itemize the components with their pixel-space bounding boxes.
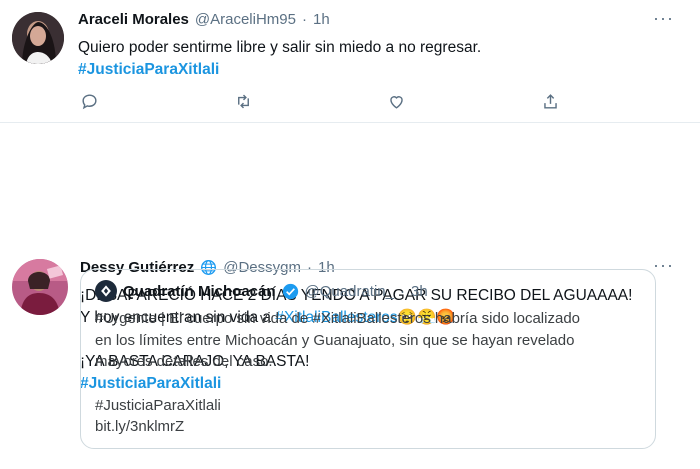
tweet-dessy[interactable]: Dessy Gutiérrez @Dessygm · 1h ··· ¡DESAP…: [0, 123, 700, 469]
tweet-text: Quiero poder sentirme libre y salir sin …: [78, 37, 481, 81]
quoted-text-line: mayores detalles del caso.: [95, 353, 273, 370]
share-icon[interactable]: [539, 90, 561, 112]
separator-dot: ·: [399, 282, 405, 300]
author-name[interactable]: Araceli Morales: [78, 11, 189, 28]
author-handle: @Quadratin_: [304, 282, 394, 300]
hashtag-link[interactable]: #JusticiaParaXitlali: [78, 59, 481, 81]
avatar[interactable]: [12, 12, 64, 64]
more-horizontal-icon[interactable]: ···: [653, 255, 674, 276]
quoted-link: bit.ly/3nklmrZ: [95, 418, 185, 435]
quoted-hashtag: #JusticiaParaXitlali: [95, 396, 221, 414]
tweet-text-line: Quiero poder sentirme libre y salir sin …: [78, 39, 482, 56]
avatar: [95, 280, 117, 302]
quoted-tweet-header: Quadratín Michoacán @Quadratin_ · 3h: [95, 280, 428, 302]
quoted-text-line: #Urgente | El cuerpo sin vida de #Xitlal…: [95, 310, 581, 327]
more-horizontal-icon[interactable]: ···: [653, 8, 674, 29]
timestamp[interactable]: 1h: [313, 11, 330, 28]
author-handle[interactable]: @AraceliHm95: [195, 11, 296, 28]
tweet-header: Araceli Morales @AraceliHm95 · 1h: [78, 11, 330, 28]
reply-icon[interactable]: [78, 90, 100, 112]
tweet-araceli[interactable]: Araceli Morales @AraceliHm95 · 1h ··· Qu…: [0, 0, 700, 123]
verified-badge-icon: [282, 283, 299, 300]
timestamp: 3h: [410, 282, 428, 300]
avatar[interactable]: [12, 259, 68, 315]
quoted-tweet[interactable]: Quadratín Michoacán @Quadratin_ · 3h #Ur…: [80, 269, 656, 449]
retweet-icon[interactable]: [232, 90, 254, 112]
author-name: Quadratín Michoacán: [123, 282, 276, 300]
like-icon[interactable]: [385, 90, 407, 112]
quoted-text-line: en los límites entre Michoacán y Guanaju…: [95, 331, 575, 349]
quoted-tweet-text: #Urgente | El cuerpo sin vida de #Xitlal…: [95, 308, 643, 438]
separator-dot: ·: [301, 11, 307, 28]
